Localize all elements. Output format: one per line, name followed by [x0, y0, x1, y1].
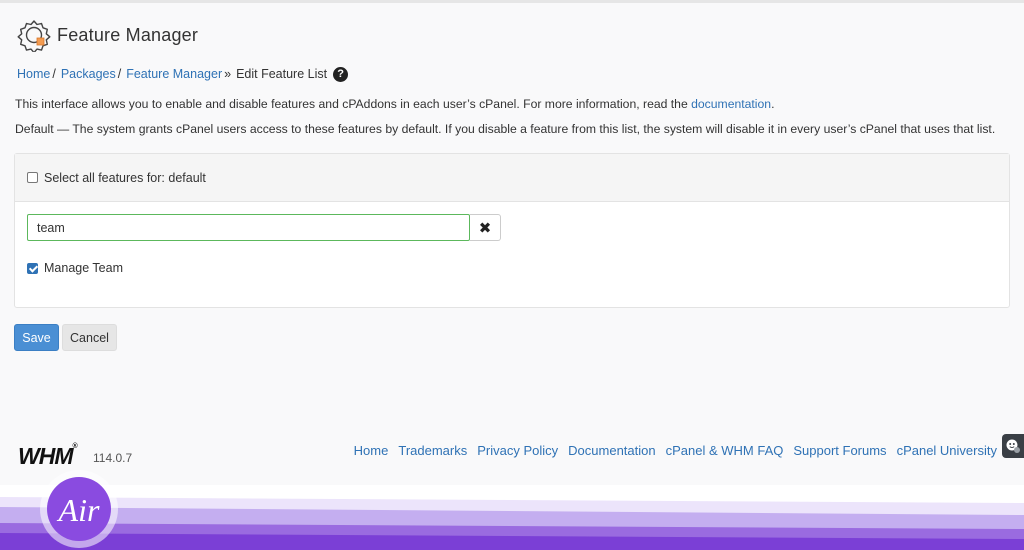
- footer: WHM® 114.0.7 Home Trademarks Privacy Pol…: [0, 430, 1024, 485]
- footer-link-home[interactable]: Home: [354, 443, 389, 458]
- page-header: Feature Manager: [17, 17, 198, 53]
- chat-bot-icon: [1006, 439, 1020, 453]
- cancel-button[interactable]: Cancel: [62, 324, 117, 351]
- help-icon[interactable]: ?: [333, 66, 349, 82]
- panel-header: Select all features for: default: [15, 154, 1009, 202]
- breadcrumb: Home / Packages / Feature Manager » Edit…: [17, 65, 349, 83]
- breadcrumb-separator: »: [224, 67, 232, 81]
- footer-link-documentation[interactable]: Documentation: [568, 443, 655, 458]
- purple-wave-graphic: [0, 497, 1024, 550]
- documentation-link[interactable]: documentation: [691, 97, 771, 111]
- description-line-1: This interface allows you to enable and …: [15, 97, 774, 111]
- select-all-checkbox[interactable]: [27, 172, 38, 183]
- close-icon: ✖: [478, 219, 492, 237]
- description-text: This interface allows you to enable and …: [15, 97, 692, 111]
- manage-team-checkbox[interactable]: [27, 262, 38, 274]
- feature-search-row: ✖: [27, 214, 501, 241]
- footer-link-faq[interactable]: cPanel & WHM FAQ: [666, 443, 784, 458]
- svg-text:Air: Air: [57, 492, 100, 528]
- save-button[interactable]: Save: [14, 324, 59, 351]
- feature-item-manage-team[interactable]: Manage Team: [27, 261, 123, 275]
- breadcrumb-home-link[interactable]: Home: [17, 67, 50, 81]
- select-all-label: Select all features for: default: [44, 170, 206, 185]
- breadcrumb-current: Edit Feature List: [236, 67, 328, 81]
- breadcrumb-feature-manager-link[interactable]: Feature Manager: [126, 67, 222, 81]
- clear-search-button[interactable]: ✖: [470, 214, 501, 241]
- footer-link-trademarks[interactable]: Trademarks: [398, 443, 467, 458]
- top-border: [0, 0, 1024, 3]
- feature-search-input[interactable]: [27, 214, 470, 241]
- description-line-2: Default — The system grants cPanel users…: [15, 122, 996, 136]
- feature-list-panel: Select all features for: default ✖ Manag…: [14, 153, 1010, 308]
- feature-label: Manage Team: [44, 261, 123, 275]
- decorative-purple-band: [0, 485, 1024, 550]
- gear-box-icon: [17, 20, 51, 52]
- air-logo: Air: [40, 470, 118, 548]
- page-title: Feature Manager: [57, 24, 199, 45]
- description-period: .: [771, 97, 775, 111]
- breadcrumb-packages-link[interactable]: Packages: [61, 67, 116, 81]
- version-label: 114.0.7: [93, 451, 133, 465]
- breadcrumb-separator: /: [52, 67, 56, 81]
- breadcrumb-separator: /: [117, 67, 122, 81]
- footer-link-cpanel-university[interactable]: cPanel University: [897, 443, 997, 458]
- footer-links: Home Trademarks Privacy Policy Documenta…: [344, 443, 997, 458]
- footer-link-support-forums[interactable]: Support Forums: [793, 443, 886, 458]
- footer-link-privacy-policy[interactable]: Privacy Policy: [477, 443, 558, 458]
- chat-widget-button[interactable]: [1002, 434, 1024, 458]
